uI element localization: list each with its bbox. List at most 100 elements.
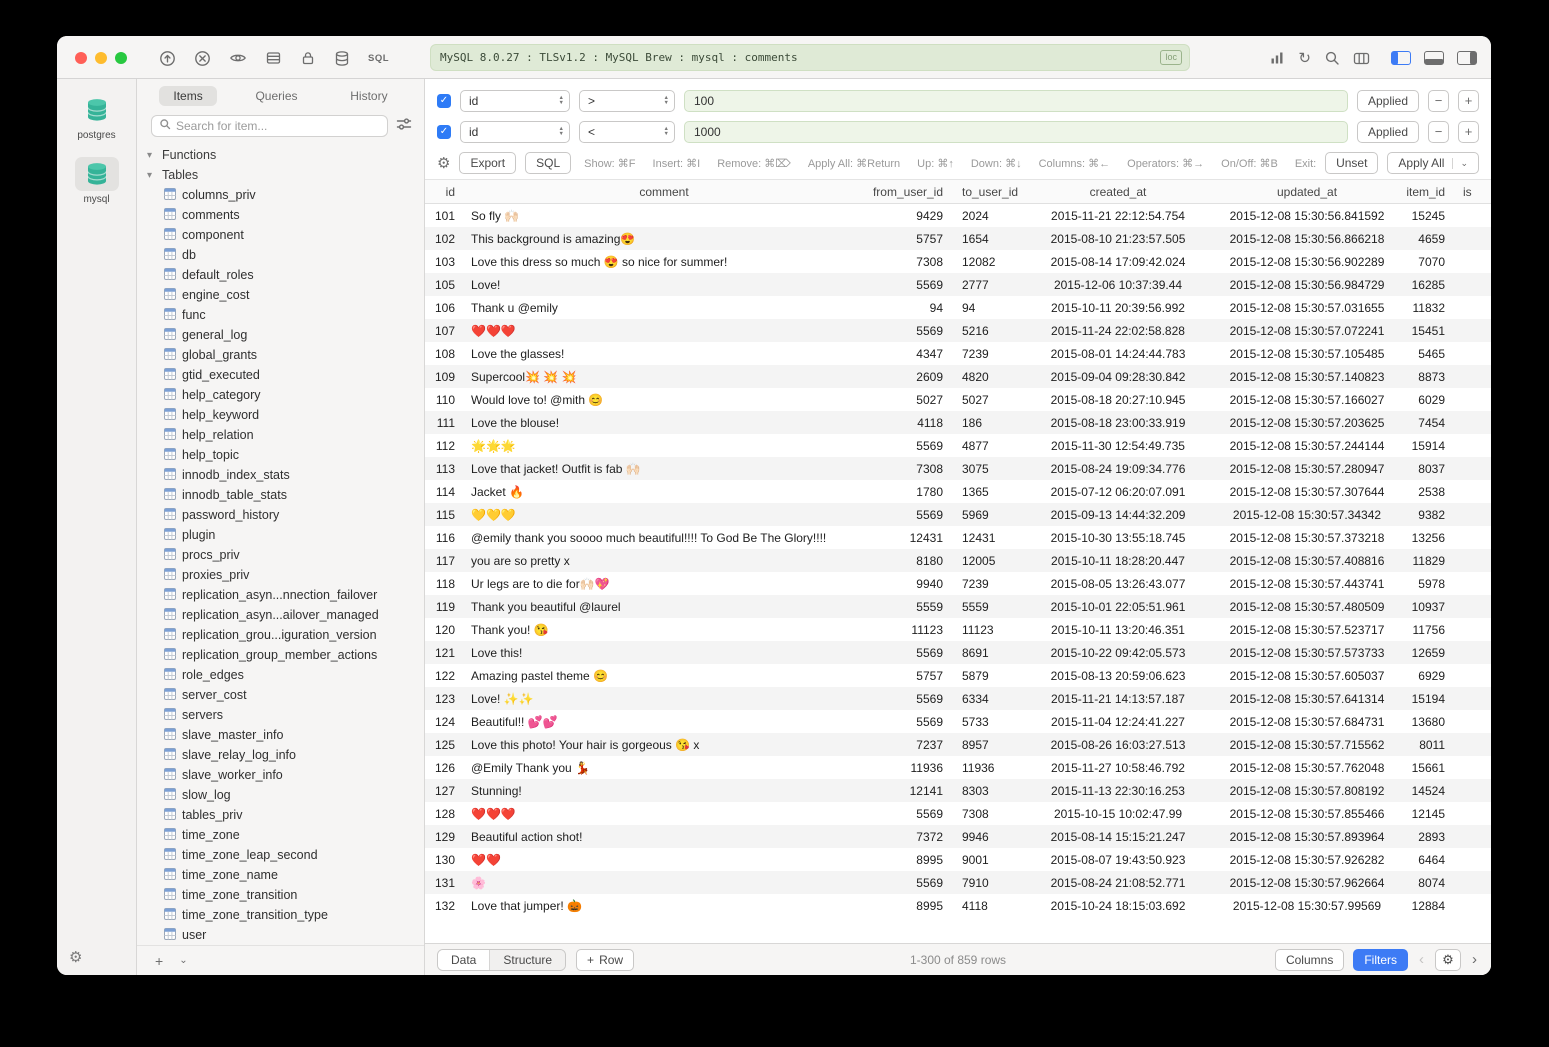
cell-item_id[interactable]: 2893 <box>1401 830 1455 844</box>
filter-operator-select[interactable]: < ▲▼ <box>579 121 675 143</box>
cell-to_user_id[interactable]: 11123 <box>953 623 1023 637</box>
cell-updated_at[interactable]: 2015-12-08 15:30:57.072241 <box>1213 324 1401 338</box>
tab-queries[interactable]: Queries <box>241 86 311 106</box>
cell-created_at[interactable]: 2015-11-13 22:30:16.253 <box>1023 784 1213 798</box>
cell-to_user_id[interactable]: 4877 <box>953 439 1023 453</box>
table-row[interactable]: 132Love that jumper! 🎃899541182015-10-24… <box>425 894 1491 917</box>
cell-updated_at[interactable]: 2015-12-08 15:30:57.762048 <box>1213 761 1401 775</box>
cell-to_user_id[interactable]: 7308 <box>953 807 1023 821</box>
cell-to_user_id[interactable]: 2777 <box>953 278 1023 292</box>
sidebar-table-item[interactable]: innodb_index_stats <box>137 465 424 485</box>
cell-created_at[interactable]: 2015-08-24 21:08:52.771 <box>1023 876 1213 890</box>
cell-id[interactable]: 108 <box>425 347 463 361</box>
column-header-created-at[interactable]: created_at <box>1023 185 1213 199</box>
zoom-window-button[interactable] <box>115 52 127 64</box>
cell-id[interactable]: 120 <box>425 623 463 637</box>
sidebar-table-item[interactable]: component <box>137 225 424 245</box>
cell-comment[interactable]: you are so pretty x <box>463 554 865 568</box>
cell-id[interactable]: 106 <box>425 301 463 315</box>
export-button[interactable]: Export <box>459 152 516 174</box>
cell-comment[interactable]: Love this dress so much 😍 so nice for su… <box>463 255 865 269</box>
sidebar-table-item[interactable]: help_category <box>137 385 424 405</box>
cell-updated_at[interactable]: 2015-12-08 15:30:57.808192 <box>1213 784 1401 798</box>
sidebar-table-item[interactable]: time_zone_transition_type <box>137 905 424 925</box>
tab-structure[interactable]: Structure <box>489 950 565 970</box>
cell-comment[interactable]: 🌟🌟🌟 <box>463 439 865 453</box>
sidebar-table-item[interactable]: comments <box>137 205 424 225</box>
group-functions[interactable]: ▾ Functions <box>137 145 424 165</box>
table-row[interactable]: 108Love the glasses!434772392015-08-01 1… <box>425 342 1491 365</box>
cell-id[interactable]: 132 <box>425 899 463 913</box>
table-row[interactable]: 123Love! ✨✨556963342015-11-21 14:13:57.1… <box>425 687 1491 710</box>
cell-to_user_id[interactable]: 4820 <box>953 370 1023 384</box>
cell-updated_at[interactable]: 2015-12-08 15:30:56.866218 <box>1213 232 1401 246</box>
tab-data[interactable]: Data <box>438 950 489 970</box>
sidebar-table-item[interactable]: columns_priv <box>137 185 424 205</box>
sidebar-table-item[interactable]: help_topic <box>137 445 424 465</box>
cell-to_user_id[interactable]: 5879 <box>953 669 1023 683</box>
sidebar-table-item[interactable]: gtid_executed <box>137 365 424 385</box>
cell-to_user_id[interactable]: 8691 <box>953 646 1023 660</box>
cell-to_user_id[interactable]: 6334 <box>953 692 1023 706</box>
connection-postgres[interactable]: postgres <box>75 93 119 141</box>
sidebar-table-item[interactable]: slave_master_info <box>137 725 424 745</box>
sidebar-table-item[interactable]: plugin <box>137 525 424 545</box>
cell-updated_at[interactable]: 2015-12-08 15:30:57.140823 <box>1213 370 1401 384</box>
cell-from_user_id[interactable]: 5569 <box>865 278 953 292</box>
cell-comment[interactable]: Thank you! 😘 <box>463 623 865 637</box>
cell-item_id[interactable]: 7454 <box>1401 416 1455 430</box>
column-header-to-user-id[interactable]: to_user_id <box>953 185 1023 199</box>
cell-id[interactable]: 117 <box>425 554 463 568</box>
sidebar-table-item[interactable]: password_history <box>137 505 424 525</box>
cell-created_at[interactable]: 2015-12-06 10:37:39.44 <box>1023 278 1213 292</box>
sidebar-table-item[interactable]: engine_cost <box>137 285 424 305</box>
cell-to_user_id[interactable]: 7239 <box>953 577 1023 591</box>
column-header-updated-at[interactable]: updated_at <box>1213 185 1401 199</box>
cell-from_user_id[interactable]: 5569 <box>865 439 953 453</box>
cell-comment[interactable]: Love that jacket! Outfit is fab 🙌🏻 <box>463 462 865 476</box>
tab-history[interactable]: History <box>336 86 401 106</box>
cell-from_user_id[interactable]: 7372 <box>865 830 953 844</box>
cell-id[interactable]: 111 <box>425 416 463 430</box>
cell-to_user_id[interactable]: 94 <box>953 301 1023 315</box>
tab-items[interactable]: Items <box>159 86 216 106</box>
cell-updated_at[interactable]: 2015-12-08 15:30:56.902289 <box>1213 255 1401 269</box>
cell-item_id[interactable]: 6464 <box>1401 853 1455 867</box>
filter-applied-button[interactable]: Applied <box>1357 121 1419 143</box>
page-settings-gear-icon[interactable]: ⚙ <box>1435 949 1461 971</box>
cell-item_id[interactable]: 16285 <box>1401 278 1455 292</box>
cell-updated_at[interactable]: 2015-12-08 15:30:57.166027 <box>1213 393 1401 407</box>
cell-created_at[interactable]: 2015-08-24 19:09:34.776 <box>1023 462 1213 476</box>
database-icon[interactable] <box>334 50 350 67</box>
cell-from_user_id[interactable]: 5559 <box>865 600 953 614</box>
column-header-comment[interactable]: comment <box>463 185 865 199</box>
cell-comment[interactable]: Beautiful!! 💕💕 <box>463 715 865 729</box>
table-row[interactable]: 115💛💛💛556959692015-09-13 14:44:32.209201… <box>425 503 1491 526</box>
cell-id[interactable]: 107 <box>425 324 463 338</box>
cell-comment[interactable]: Love the blouse! <box>463 416 865 430</box>
cell-comment[interactable]: @Emily Thank you 💃 <box>463 761 865 775</box>
cell-from_user_id[interactable]: 8995 <box>865 899 953 913</box>
cell-comment[interactable]: ❤️❤️❤️ <box>463 807 865 821</box>
cell-comment[interactable]: ❤️❤️❤️ <box>463 324 865 338</box>
cell-updated_at[interactable]: 2015-12-08 15:30:57.373218 <box>1213 531 1401 545</box>
cell-created_at[interactable]: 2015-07-12 06:20:07.091 <box>1023 485 1213 499</box>
cell-from_user_id[interactable]: 11936 <box>865 761 953 775</box>
disconnect-icon[interactable] <box>194 50 211 67</box>
table-row[interactable]: 124Beautiful!! 💕💕556957332015-11-04 12:2… <box>425 710 1491 733</box>
search-input[interactable] <box>176 119 380 133</box>
sidebar-table-item[interactable]: role_edges <box>137 665 424 685</box>
filter-value-input[interactable] <box>684 90 1348 112</box>
cell-item_id[interactable]: 2538 <box>1401 485 1455 499</box>
cell-id[interactable]: 101 <box>425 209 463 223</box>
sidebar-table-item[interactable]: tables_priv <box>137 805 424 825</box>
cell-item_id[interactable]: 6929 <box>1401 669 1455 683</box>
cell-to_user_id[interactable]: 5969 <box>953 508 1023 522</box>
cell-comment[interactable]: So fly 🙌🏻 <box>463 209 865 223</box>
cell-created_at[interactable]: 2015-09-13 14:44:32.209 <box>1023 508 1213 522</box>
table-row[interactable]: 105Love!556927772015-12-06 10:37:39.4420… <box>425 273 1491 296</box>
cell-updated_at[interactable]: 2015-12-08 15:30:57.605037 <box>1213 669 1401 683</box>
cell-id[interactable]: 124 <box>425 715 463 729</box>
remove-filter-button[interactable]: − <box>1428 90 1449 112</box>
chart-icon[interactable] <box>1269 50 1285 66</box>
